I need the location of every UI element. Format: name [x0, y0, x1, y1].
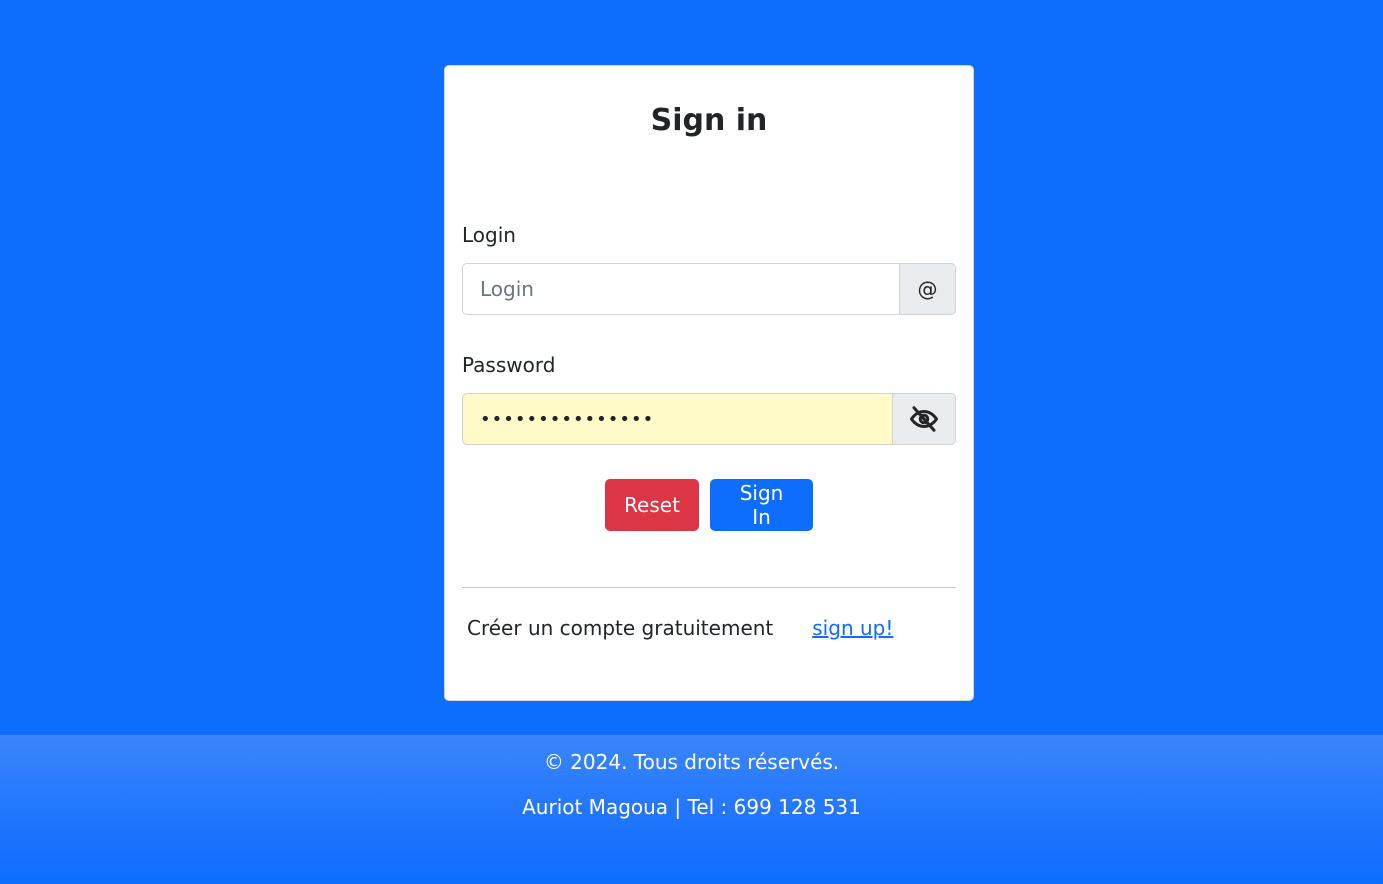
footer: © 2024. Tous droits réservés. Auriot Mag… [0, 735, 1383, 884]
signin-button[interactable]: Sign In [710, 479, 813, 531]
footer-copyright: © 2024. Tous droits réservés. [543, 750, 840, 774]
signup-text: Créer un compte gratuitement [467, 616, 774, 640]
password-label: Password [462, 353, 556, 377]
button-row: Reset Sign In [445, 479, 973, 531]
page: Sign in Login @ Password Reset Sign In C… [0, 0, 1383, 884]
signin-card: Sign in Login @ Password Reset Sign In C… [444, 65, 974, 701]
footer-contact: Auriot Magoua | Tel : 699 128 531 [522, 795, 861, 819]
reset-button[interactable]: Reset [605, 479, 699, 531]
password-input[interactable] [462, 393, 893, 445]
at-icon: @ [900, 263, 956, 315]
password-input-group [462, 393, 956, 445]
page-title: Sign in [650, 103, 768, 138]
divider [462, 587, 956, 588]
eye-slash-icon[interactable] [893, 393, 956, 445]
signup-row: Créer un compte gratuitement sign up! [467, 614, 893, 642]
login-input-group: @ [462, 263, 956, 315]
signup-link[interactable]: sign up! [812, 614, 893, 642]
login-label: Login [462, 223, 516, 247]
login-input[interactable] [462, 263, 900, 315]
